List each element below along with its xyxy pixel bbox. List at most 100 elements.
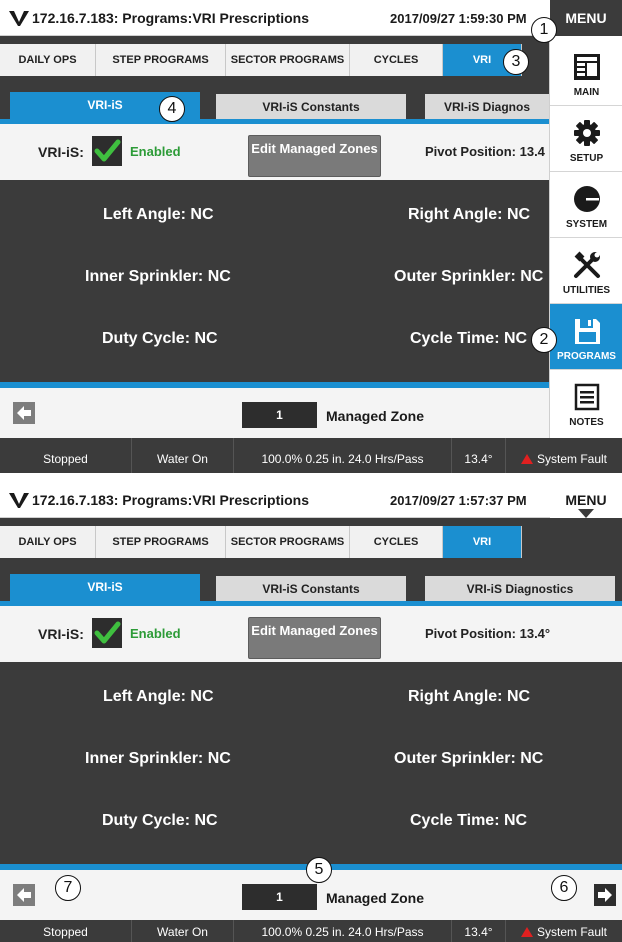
arrow-left-icon	[17, 888, 31, 902]
menu-label: MENU	[565, 10, 607, 26]
nav-bar: DAILY OPS STEP PROGRAMS SECTOR PROGRAMS …	[0, 518, 622, 558]
sub-tab-bar: VRI-iS VRI-iS Constants VRI-iS Diagnos	[0, 76, 622, 124]
subtab-vri-is-diagnostics[interactable]: VRI-iS Diagnostics	[425, 576, 615, 601]
page-title: 172.16.7.183: Programs:VRI Prescriptions	[32, 10, 310, 26]
tab-cycles[interactable]: CYCLES	[350, 44, 443, 76]
vri-enabled-checkbox[interactable]	[92, 136, 122, 166]
title-bar: 172.16.7.183: Programs:VRI Prescriptions…	[0, 482, 622, 518]
managed-zone-label: Managed Zone	[326, 408, 425, 424]
status-rate: 100.0% 0.25 in. 24.0 Hrs/Pass	[234, 438, 452, 473]
menu-item-programs[interactable]: PROGRAMS	[550, 304, 622, 370]
tab-daily-ops[interactable]: DAILY OPS	[0, 526, 96, 558]
warning-icon	[520, 454, 533, 464]
menu-label: MENU	[565, 492, 607, 508]
status-water: Water On	[132, 438, 234, 473]
edit-managed-zones-button[interactable]: Edit Managed Zones	[248, 135, 381, 177]
next-zone-button[interactable]	[594, 884, 616, 906]
floppy-icon	[575, 319, 600, 344]
menu-caret-down-icon	[578, 509, 594, 518]
status-fault[interactable]: System Fault	[506, 438, 622, 473]
page-title: 172.16.7.183: Programs:VRI Prescriptions	[32, 492, 310, 508]
pivot-position: Pivot Position: 13.4°	[425, 626, 551, 641]
vri-enabled-checkbox[interactable]	[92, 618, 122, 648]
date-time: 2017/09/27 1:57:37 PM	[390, 493, 527, 508]
status-angle: 13.4°	[452, 920, 506, 942]
tab-sector-programs[interactable]: SECTOR PROGRAMS	[226, 44, 350, 76]
right-angle-value: Right Angle: NC	[408, 688, 531, 705]
tab-sector-programs[interactable]: SECTOR PROGRAMS	[226, 526, 350, 558]
fault-text: System Fault	[536, 452, 608, 466]
callout-1: 1	[531, 17, 557, 43]
status-state: Stopped	[0, 438, 132, 473]
menu-item-setup[interactable]: SETUP	[550, 106, 622, 172]
status-bar: Stopped Water On 100.0% 0.25 in. 24.0 Hr…	[0, 438, 622, 473]
menu-item-system[interactable]: SYSTEM	[550, 172, 622, 238]
cycle-time-value: Cycle Time: NC	[410, 330, 528, 347]
menu-item-notes[interactable]: NOTES	[550, 370, 622, 436]
warning-icon	[520, 927, 533, 937]
side-menu: MAIN SETUP SYSTEM UTILITIES PROGRAMS NOT…	[549, 36, 622, 438]
tools-icon	[574, 251, 600, 278]
nav-bar: DAILY OPS STEP PROGRAMS SECTOR PROGRAMS …	[0, 36, 622, 76]
duty-cycle-value: Duty Cycle: NC	[102, 812, 218, 829]
menu-button[interactable]: MENU	[550, 0, 622, 47]
arrow-left-icon	[17, 406, 31, 420]
prev-zone-button[interactable]	[13, 402, 35, 424]
vri-status-row: VRI-iS: Enabled Edit Managed Zones Pivot…	[0, 124, 622, 180]
menu-label-system: SYSTEM	[565, 219, 608, 230]
vri-status-row: VRI-iS: Enabled Edit Managed Zones Pivot…	[0, 606, 622, 662]
menu-label-programs: PROGRAMS	[557, 351, 616, 362]
valley-logo-icon	[9, 11, 29, 26]
tab-step-programs[interactable]: STEP PROGRAMS	[96, 44, 226, 76]
zone-number-field[interactable]: 1	[242, 402, 317, 428]
enabled-text: Enabled	[130, 626, 181, 641]
menu-label-main: MAIN	[573, 87, 600, 98]
arrow-right-icon	[598, 888, 612, 902]
outer-sprinkler-value: Outer Sprinkler: NC	[394, 750, 544, 767]
status-fault[interactable]: System Fault	[506, 920, 622, 942]
screenshot-panel-2: 172.16.7.183: Programs:VRI Prescriptions…	[0, 482, 622, 942]
zone-bar: 1 Managed Zone	[0, 388, 622, 438]
subtab-vri-is-diagnostics[interactable]: VRI-iS Diagnos	[425, 94, 549, 119]
screenshot-panel-1: 172.16.7.183: Programs:VRI Prescriptions…	[0, 0, 622, 473]
menu-label-setup: SETUP	[569, 153, 604, 164]
edit-managed-zones-button[interactable]: Edit Managed Zones	[248, 617, 381, 659]
menu-item-main[interactable]: MAIN	[550, 40, 622, 106]
tab-step-programs[interactable]: STEP PROGRAMS	[96, 526, 226, 558]
fault-text: System Fault	[536, 925, 608, 939]
callout-3: 3	[503, 49, 529, 75]
callout-5: 5	[306, 857, 332, 883]
menu-item-utilities[interactable]: UTILITIES	[550, 238, 622, 304]
menu-label-utilities: UTILITIES	[562, 285, 611, 296]
inner-sprinkler-value: Inner Sprinkler: NC	[85, 750, 231, 767]
cycle-time-value: Cycle Time: NC	[410, 812, 528, 829]
vri-values-panel: Left Angle: NC Right Angle: NC Inner Spr…	[0, 662, 622, 864]
callout-7: 7	[55, 875, 81, 901]
zone-number-field[interactable]: 1	[242, 884, 317, 910]
main-icon	[574, 54, 600, 80]
duty-cycle-value: Duty Cycle: NC	[102, 330, 218, 347]
subtab-vri-is[interactable]: VRI-iS	[10, 574, 200, 601]
checkmark-icon	[94, 621, 121, 644]
status-state: Stopped	[0, 920, 132, 942]
vri-is-label: VRI-iS:	[38, 144, 84, 160]
status-water: Water On	[132, 920, 234, 942]
prev-zone-button[interactable]	[13, 884, 35, 906]
managed-zone-label: Managed Zone	[326, 890, 425, 906]
tab-vri[interactable]: VRI	[443, 526, 522, 558]
title-bar: 172.16.7.183: Programs:VRI Prescriptions…	[0, 0, 622, 47]
gear-icon	[574, 120, 600, 146]
sub-tab-bar: VRI-iS VRI-iS Constants VRI-iS Diagnosti…	[0, 558, 622, 606]
callout-2: 2	[531, 327, 557, 353]
subtab-vri-is-constants[interactable]: VRI-iS Constants	[216, 94, 406, 119]
pivot-position: Pivot Position: 13.4	[425, 144, 545, 159]
menu-button[interactable]: MENU	[550, 482, 622, 518]
outer-sprinkler-value: Outer Sprinkler: NC	[394, 268, 544, 285]
menu-label-notes: NOTES	[569, 417, 604, 428]
status-bar: Stopped Water On 100.0% 0.25 in. 24.0 Hr…	[0, 920, 622, 942]
subtab-vri-is-constants[interactable]: VRI-iS Constants	[216, 576, 406, 601]
tab-cycles[interactable]: CYCLES	[350, 526, 443, 558]
tab-daily-ops[interactable]: DAILY OPS	[0, 44, 96, 76]
vri-values-panel: Left Angle: NC Right Angle: NC Inner Spr…	[0, 180, 622, 382]
date-time: 2017/09/27 1:59:30 PM	[390, 11, 527, 26]
